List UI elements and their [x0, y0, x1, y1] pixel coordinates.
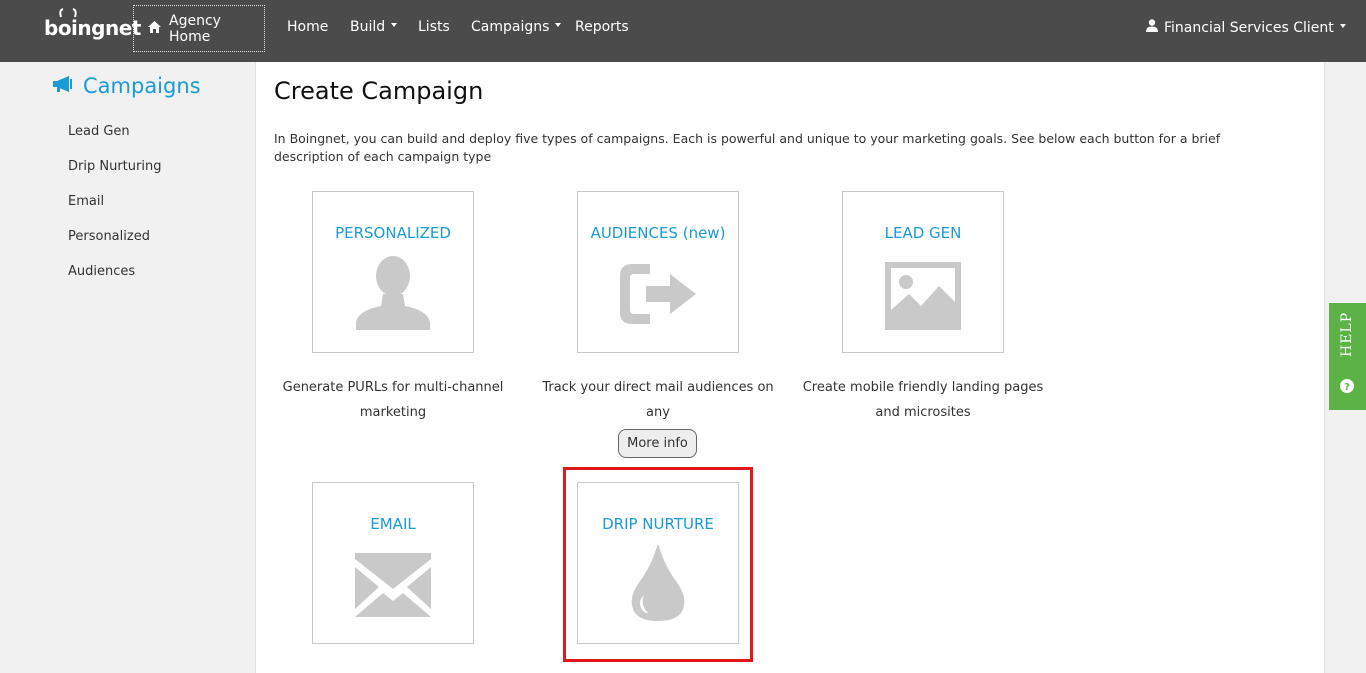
person-icon	[353, 254, 433, 338]
top-navbar: boingnet Agency Home Home Build Lists Ca…	[0, 0, 1366, 62]
logo-text: boingnet	[44, 16, 141, 40]
nav-build[interactable]: Build	[350, 19, 398, 35]
page-title: Create Campaign	[274, 77, 484, 105]
nav-lists[interactable]: Lists	[418, 19, 450, 35]
sidebar: Campaigns Lead Gen Drip Nurturing Email …	[0, 62, 256, 673]
agency-home-button[interactable]: Agency Home	[133, 5, 265, 52]
card-title: EMAIL	[370, 515, 416, 533]
user-icon	[1146, 19, 1158, 36]
user-name: Financial Services Client	[1164, 19, 1334, 36]
sign-out-icon	[616, 254, 700, 338]
campaign-card-audiences[interactable]: AUDIENCES (new)	[577, 191, 739, 353]
intro-text: In Boingnet, you can build and deploy fi…	[274, 131, 1221, 164]
sidebar-item-audiences[interactable]: Audiences	[68, 264, 135, 279]
card-description-lead-gen: Create mobile friendly landing pages and…	[802, 380, 1044, 420]
nav-campaigns[interactable]: Campaigns	[471, 19, 562, 35]
sidebar-item-email[interactable]: Email	[68, 194, 104, 209]
nav-home[interactable]: Home	[287, 19, 328, 35]
user-menu[interactable]: Financial Services Client	[1146, 19, 1346, 36]
campaign-card-personalized[interactable]: PERSONALIZED	[312, 191, 474, 353]
sidebar-item-drip-nurturing[interactable]: Drip Nurturing	[68, 159, 161, 174]
agency-home-label: Agency Home	[169, 12, 221, 45]
sidebar-item-personalized[interactable]: Personalized	[68, 229, 150, 244]
nav-reports[interactable]: Reports	[575, 19, 629, 35]
campaign-card-email[interactable]: EMAIL	[312, 482, 474, 644]
caret-down-icon	[391, 23, 398, 27]
bullhorn-icon	[52, 74, 75, 98]
campaign-card-lead-gen[interactable]: LEAD GEN	[842, 191, 1004, 353]
card-description-personalized: Generate PURLs for multi-channel marketi…	[282, 380, 504, 420]
more-info-button[interactable]: More info	[618, 429, 697, 458]
card-title: LEAD GEN	[884, 224, 962, 242]
help-tab[interactable]: HELP ?	[1329, 303, 1366, 410]
sidebar-item-lead-gen[interactable]: Lead Gen	[68, 124, 130, 139]
image-icon	[883, 254, 963, 338]
caret-down-icon	[1339, 23, 1346, 28]
caret-down-icon	[555, 23, 562, 27]
card-title: AUDIENCES (new)	[590, 224, 726, 242]
question-icon: ?	[1340, 378, 1354, 397]
card-title: PERSONALIZED	[335, 224, 451, 242]
boingnet-logo[interactable]: boingnet	[44, 8, 141, 44]
svg-text:?: ?	[1344, 382, 1350, 393]
help-label: HELP	[1339, 311, 1355, 357]
envelope-icon	[353, 545, 433, 629]
home-icon	[148, 20, 161, 37]
highlight-box	[563, 467, 753, 662]
sidebar-title[interactable]: Campaigns	[52, 74, 201, 98]
